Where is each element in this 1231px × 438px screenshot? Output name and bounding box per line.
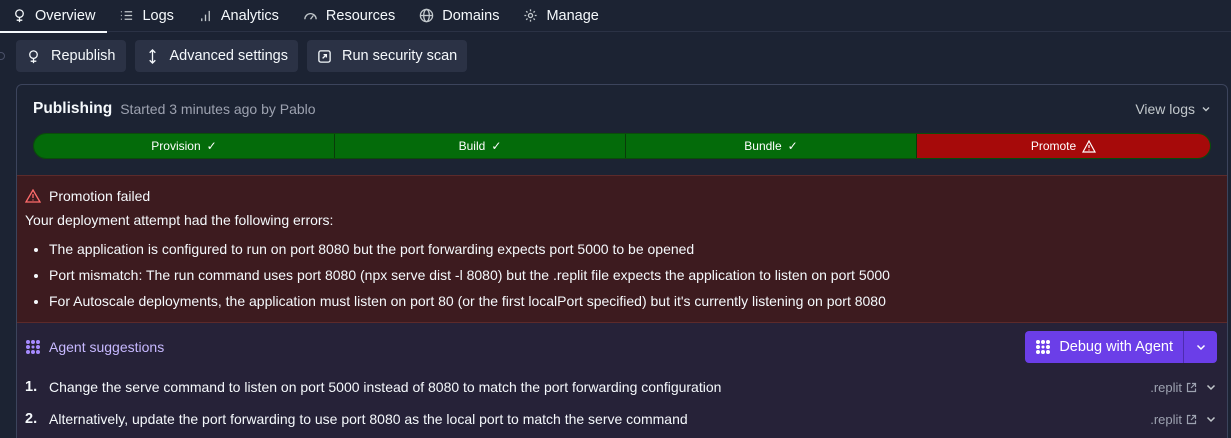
tab-label: Logs bbox=[142, 7, 174, 24]
tab-resources[interactable]: Resources bbox=[291, 0, 407, 32]
gauge-icon bbox=[304, 13, 317, 20]
suggestion-number: 2. bbox=[25, 411, 38, 427]
error-item: For Autoscale deployments, the applicati… bbox=[49, 288, 1219, 314]
suggestion-file-link[interactable]: .replit bbox=[1150, 412, 1197, 427]
publish-progress-bar: Provision ✓ Build ✓ Bundle ✓ Promote bbox=[33, 133, 1211, 159]
bar-chart-icon bbox=[200, 10, 210, 22]
publishing-panel: Publishing Started 3 minutes ago by Pabl… bbox=[16, 84, 1228, 438]
scan-icon bbox=[318, 49, 331, 63]
stage-promote: Promote bbox=[917, 134, 1210, 158]
error-item: Port mismatch: The run command uses port… bbox=[49, 262, 1219, 288]
tab-label: Manage bbox=[546, 7, 599, 24]
suggestion-file-link[interactable]: .replit bbox=[1150, 380, 1197, 395]
stage-label: Bundle bbox=[744, 139, 782, 153]
vertical-arrows-icon bbox=[148, 48, 156, 64]
list-icon bbox=[121, 11, 133, 20]
tab-label: Overview bbox=[35, 7, 96, 24]
republish-label: Republish bbox=[51, 48, 116, 64]
external-link-icon bbox=[1186, 382, 1197, 392]
tab-analytics[interactable]: Analytics bbox=[186, 0, 291, 32]
chevron-down-icon[interactable] bbox=[1205, 413, 1217, 425]
file-name: .replit bbox=[1150, 379, 1182, 395]
tab-manage[interactable]: Manage bbox=[511, 0, 610, 32]
agent-icon bbox=[26, 340, 40, 354]
warning-icon bbox=[25, 189, 41, 203]
tab-label: Resources bbox=[325, 7, 396, 24]
agent-icon bbox=[1036, 340, 1051, 354]
tab-overview[interactable]: Overview bbox=[0, 0, 108, 33]
globe-icon bbox=[419, 8, 434, 23]
tab-logs[interactable]: Logs bbox=[107, 0, 185, 32]
view-logs-label: View logs bbox=[1135, 101, 1195, 117]
agent-title-row: Agent suggestions bbox=[25, 339, 164, 355]
suggestion-item[interactable]: 2. Alternatively, update the port forwar… bbox=[25, 403, 1217, 435]
chevron-down-icon bbox=[1196, 344, 1205, 351]
error-item: The application is configured to run on … bbox=[49, 236, 1219, 262]
tab-label: Domains bbox=[442, 7, 500, 24]
stage-label: Build bbox=[458, 139, 486, 153]
stage-label: Promote bbox=[1030, 139, 1077, 153]
advanced-settings-label: Advanced settings bbox=[169, 48, 289, 64]
chevron-down-icon[interactable] bbox=[1205, 381, 1217, 393]
security-scan-label: Run security scan bbox=[342, 48, 458, 64]
check-icon: ✓ bbox=[206, 139, 217, 153]
error-list: The application is configured to run on … bbox=[25, 236, 1219, 314]
suggestion-text: Alternatively, update the port forwardin… bbox=[49, 411, 688, 427]
publishing-title: Publishing bbox=[33, 100, 113, 117]
deploy-icon bbox=[15, 9, 24, 23]
suggestion-text: Change the serve command to listen on po… bbox=[49, 379, 722, 395]
stage-bundle: Bundle ✓ bbox=[626, 134, 917, 158]
republish-button[interactable]: Republish bbox=[16, 40, 126, 72]
debug-with-agent-button[interactable]: Debug with Agent bbox=[1025, 331, 1184, 363]
agent-suggestions-panel: Agent suggestions Debug with Agent 1. Ch… bbox=[17, 323, 1227, 438]
debug-with-agent-button-group: Debug with Agent bbox=[1025, 331, 1217, 363]
publishing-subtitle: Started 3 minutes ago by Pablo bbox=[120, 101, 316, 117]
error-title-row: Promotion failed bbox=[25, 186, 1219, 206]
external-link-icon bbox=[1186, 414, 1197, 424]
view-logs-button[interactable]: View logs bbox=[1135, 101, 1211, 117]
advanced-settings-button[interactable]: Advanced settings bbox=[134, 40, 298, 72]
stage-label: Provision bbox=[151, 139, 201, 153]
stage-provision: Provision ✓ bbox=[34, 134, 335, 158]
error-intro: Your deployment attempt had the followin… bbox=[25, 212, 334, 228]
suggestion-item[interactable]: 1. Change the serve command to listen on… bbox=[25, 371, 1217, 403]
check-icon: ✓ bbox=[787, 139, 798, 153]
tab-domains[interactable]: Domains bbox=[407, 0, 511, 32]
warning-icon bbox=[1082, 139, 1097, 153]
debug-options-dropdown[interactable] bbox=[1184, 331, 1217, 363]
run-security-scan-button[interactable]: Run security scan bbox=[307, 40, 468, 72]
stage-build: Build ✓ bbox=[335, 134, 626, 158]
deployment-tabs: Overview Logs Analytics Resources Domain… bbox=[0, 0, 1231, 33]
file-name: .replit bbox=[1150, 411, 1182, 427]
deploy-icon bbox=[29, 49, 38, 63]
debug-label: Debug with Agent bbox=[1059, 339, 1173, 355]
publishing-header: Publishing Started 3 minutes ago by Pabl… bbox=[17, 85, 1227, 133]
gear-icon bbox=[524, 9, 538, 22]
chevron-down-icon bbox=[1202, 107, 1210, 112]
suggestion-number: 1. bbox=[25, 379, 38, 395]
tab-label: Analytics bbox=[220, 7, 279, 24]
agent-title: Agent suggestions bbox=[49, 339, 165, 355]
agent-header: Agent suggestions Debug with Agent bbox=[25, 323, 1217, 371]
action-bar: Republish Advanced settings Run security… bbox=[0, 32, 1231, 80]
error-box: Promotion failed Your deployment attempt… bbox=[17, 175, 1227, 323]
error-title: Promotion failed bbox=[49, 188, 151, 204]
check-icon: ✓ bbox=[491, 139, 502, 153]
